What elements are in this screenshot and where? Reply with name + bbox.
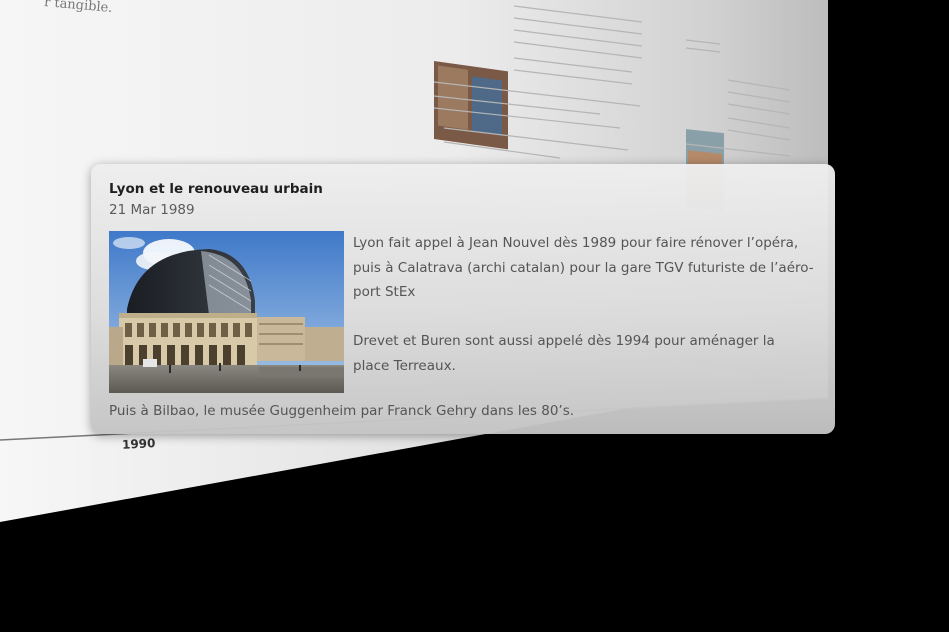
event-footer-text: Puis à Bilbao, le musée Guggenheim par F… [109,403,575,419]
event-date: 21 Mar 1989 [109,202,195,218]
event-title: Lyon et le renouveau urbain [109,181,323,197]
event-description-paragraph: Drevet et Buren sont aussi appelé dès 19… [353,333,775,374]
event-popover[interactable]: Lyon et le renouveau urbain 21 Mar 1989 [91,164,835,434]
event-description-paragraph: Lyon fait appel à Jean Nouvel dès 1989 p… [353,235,814,300]
timeline-view: r tangible. 1990 Lyon et le renouveau ur… [0,0,949,632]
opera-de-lyon-photo[interactable] [109,231,344,393]
photo-illustration [109,231,344,393]
bg-thumbnail-building [434,60,508,150]
event-description: Lyon fait appel à Jean Nouvel dès 1989 p… [353,231,815,403]
timeline-year-label: 1990 [121,436,156,452]
